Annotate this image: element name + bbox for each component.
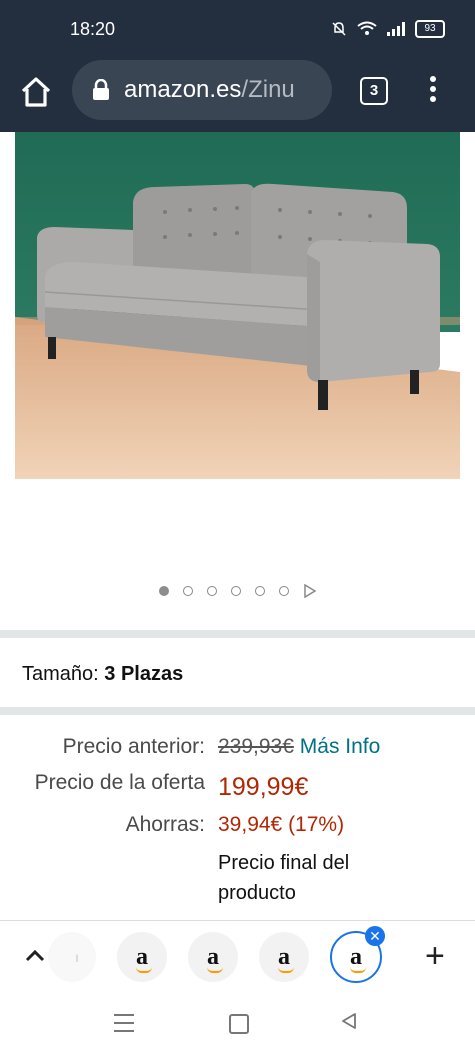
status-icons: 93 bbox=[331, 20, 445, 38]
savings-label: Ahorras: bbox=[125, 813, 205, 836]
size-label: Tamaño: bbox=[22, 663, 99, 685]
url-domain: amazon.es bbox=[124, 76, 242, 103]
final-price-note-line2: producto bbox=[218, 882, 296, 904]
tab-thumb[interactable]: a bbox=[117, 932, 167, 982]
bell-muted-icon bbox=[332, 22, 346, 36]
partial-tab-glyph: ı bbox=[75, 949, 79, 965]
chevron-up-icon[interactable] bbox=[24, 947, 46, 963]
browser-toolbar: amazon.es/Zinu 3 bbox=[0, 60, 475, 132]
amazon-logo-icon: a bbox=[207, 943, 223, 973]
deal-price-label: Precio de la oferta bbox=[34, 771, 205, 794]
recent-apps-icon[interactable] bbox=[114, 1014, 134, 1038]
back-icon[interactable] bbox=[340, 1012, 358, 1030]
carousel-dot[interactable] bbox=[206, 586, 217, 596]
system-home-icon[interactable] bbox=[229, 1014, 249, 1034]
tab-thumb[interactable]: a bbox=[188, 932, 238, 982]
savings-value: 39,94€ (17%) bbox=[218, 813, 345, 836]
deal-price-row: Precio de la oferta 199,99€ bbox=[0, 771, 475, 803]
final-price-note: Precio final del producto bbox=[218, 848, 349, 908]
url-text: amazon.es/Zinu bbox=[124, 76, 295, 104]
battery-icon: 93 bbox=[415, 20, 445, 38]
tab-thumb-active[interactable]: a ✕ bbox=[330, 926, 385, 983]
final-price-note-line1: Precio final del bbox=[218, 852, 350, 874]
amazon-logo-icon: a bbox=[350, 943, 366, 973]
tab-switcher-button[interactable]: 3 bbox=[360, 77, 388, 105]
tab-strip: ı a a a a ✕ + bbox=[0, 920, 475, 994]
tab-thumb[interactable]: a bbox=[259, 932, 309, 982]
sofa-photo bbox=[15, 132, 460, 479]
deal-price-value: 199,99€ bbox=[218, 773, 309, 801]
system-nav-bar bbox=[0, 992, 475, 1056]
size-value: 3 Plazas bbox=[104, 663, 184, 685]
home-icon[interactable] bbox=[18, 74, 54, 110]
status-time: 18:20 bbox=[70, 19, 116, 39]
carousel-dot[interactable] bbox=[254, 586, 265, 596]
product-image[interactable] bbox=[15, 132, 460, 479]
wifi-icon bbox=[357, 21, 377, 35]
tab-thumb-partial[interactable]: ı bbox=[48, 932, 96, 982]
section-divider bbox=[0, 630, 475, 638]
url-path: /Zinu bbox=[241, 76, 295, 103]
amazon-logo-icon: a bbox=[278, 943, 294, 973]
section-divider bbox=[0, 707, 475, 715]
previous-price-label: Precio anterior: bbox=[62, 735, 205, 758]
savings-row: Ahorras: 39,94€ (17%) bbox=[0, 813, 475, 845]
previous-price-value: 239,93€ bbox=[218, 735, 294, 758]
new-tab-button[interactable]: + bbox=[425, 939, 445, 973]
previous-price-value-group: 239,93€ Más Info bbox=[218, 735, 380, 759]
more-info-link[interactable]: Más Info bbox=[300, 735, 381, 758]
carousel-dot[interactable] bbox=[182, 586, 193, 596]
signal-icon bbox=[387, 22, 405, 36]
amazon-logo-icon: a bbox=[136, 943, 152, 973]
address-bar[interactable]: amazon.es/Zinu bbox=[72, 60, 332, 120]
close-tab-icon[interactable]: ✕ bbox=[365, 926, 385, 946]
play-video-icon[interactable] bbox=[303, 584, 317, 598]
carousel-dot[interactable] bbox=[278, 586, 289, 596]
lock-icon bbox=[93, 79, 109, 100]
size-selector[interactable]: Tamaño: 3 Plazas bbox=[22, 663, 183, 686]
status-bar: 18:20 93 bbox=[0, 0, 475, 60]
carousel-dot[interactable] bbox=[230, 586, 241, 596]
image-carousel-indicator[interactable] bbox=[0, 584, 475, 598]
overflow-menu-icon[interactable] bbox=[428, 76, 438, 106]
carousel-dot[interactable] bbox=[158, 586, 169, 596]
previous-price-row: Precio anterior: 239,93€ Más Info bbox=[0, 735, 475, 767]
